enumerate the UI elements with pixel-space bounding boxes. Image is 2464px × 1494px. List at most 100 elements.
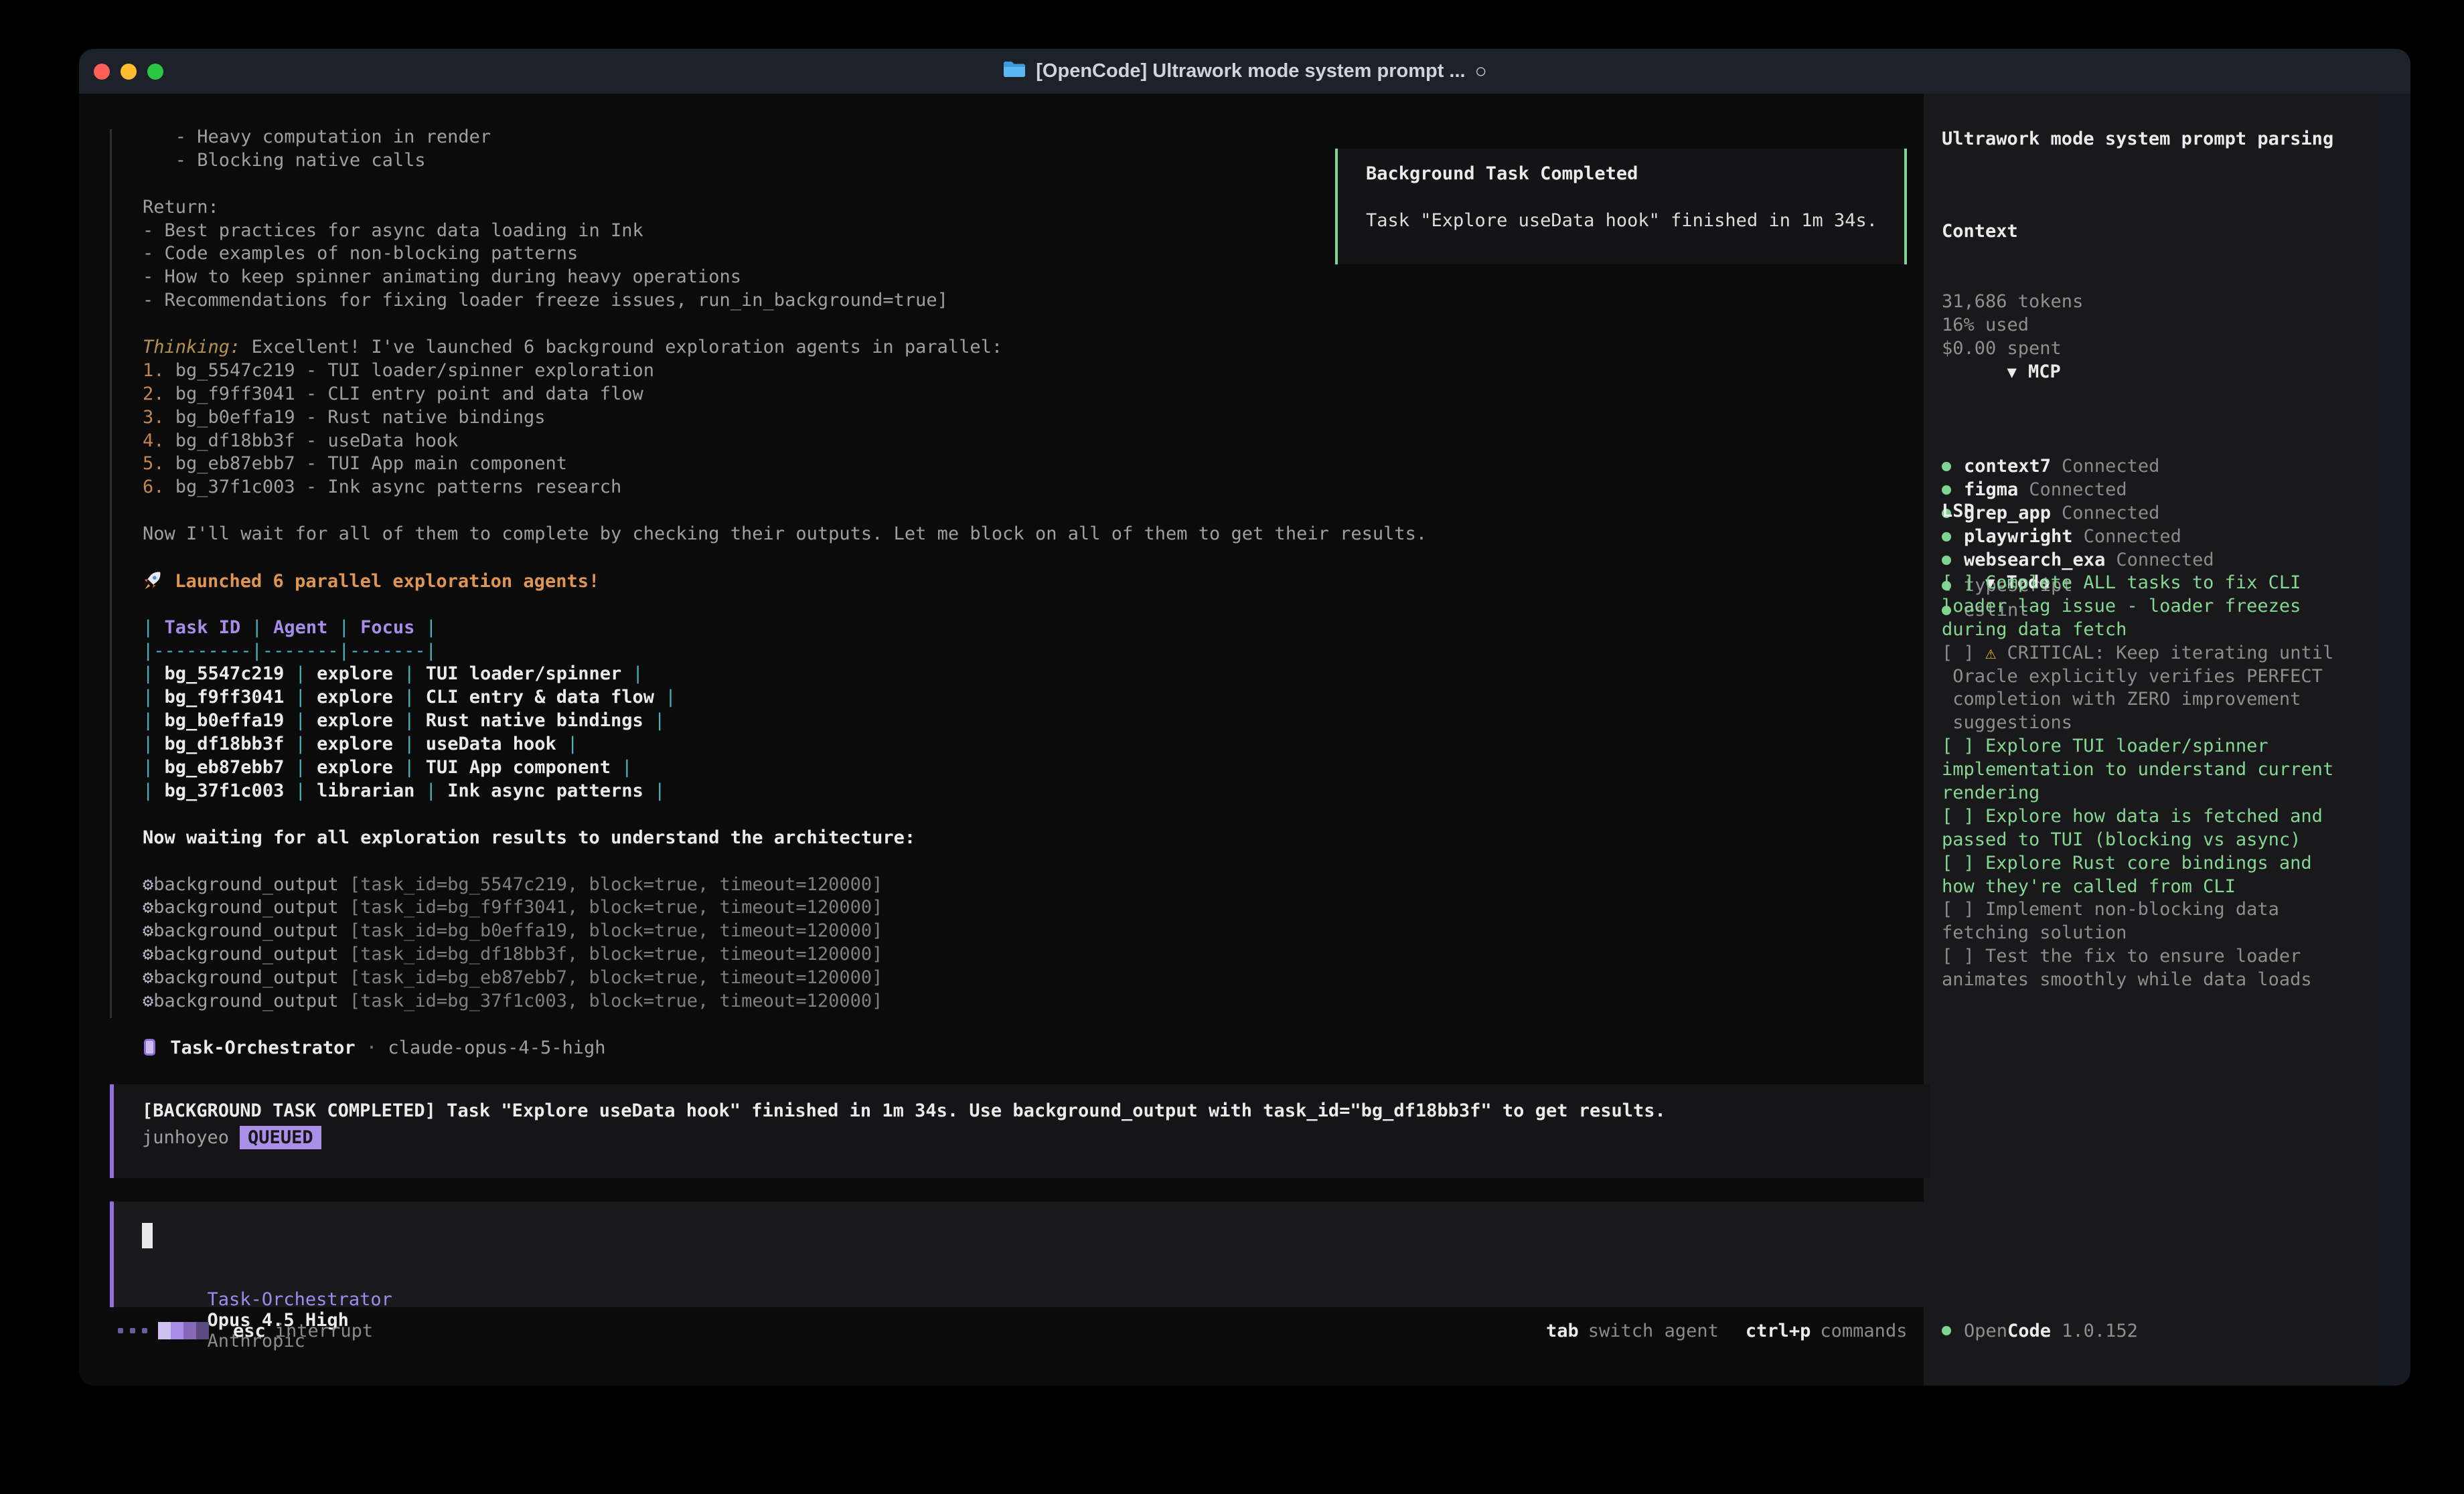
todo-item-line: [ ] Implement non-blocking data <box>1942 898 2333 921</box>
terminal-line <box>143 593 1427 616</box>
terminal-line: 3. bg_b0effa19 - Rust native bindings <box>143 406 1427 430</box>
todo-item-line: fetching solution <box>1942 921 2333 944</box>
notification-body: Task "Explore useData hook" finished in … <box>1366 210 1877 231</box>
terminal-line <box>143 313 1427 336</box>
status-dot-icon <box>1942 1326 1951 1335</box>
tab-key-label: switch agent <box>1588 1321 1719 1341</box>
folder-icon <box>1002 59 1026 84</box>
mcp-header[interactable]: ▼MCP <box>1942 337 2214 408</box>
todo-item-line: [ ] Explore Rust core bindings and <box>1942 851 2333 875</box>
terminal-line: ⚙background_output [task_id=bg_f9ff3041,… <box>143 896 1427 920</box>
todo-item-line: suggestions <box>1942 711 2333 734</box>
prompt-input[interactable]: Task-Orchestrator Opus 4.5 High Anthropi… <box>110 1201 1930 1307</box>
terminal-line <box>143 803 1427 827</box>
title-status-circle-icon: ○ <box>1475 60 1487 83</box>
title-bar: [OpenCode] Ultrawork mode system prompt … <box>79 49 2410 94</box>
background-task-notification: Background Task Completed Task "Explore … <box>1335 149 1907 264</box>
close-button[interactable] <box>94 64 110 80</box>
terminal-line: - Code examples of non-blocking patterns <box>143 242 1427 266</box>
terminal-line: ⚙background_output [task_id=bg_df18bb3f,… <box>143 943 1427 967</box>
message-gutter-line <box>110 129 112 1018</box>
notification-title: Background Task Completed <box>1366 163 1638 184</box>
commands-key-label: commands <box>1820 1321 1907 1341</box>
terminal-line: 2. bg_f9ff3041 - CLI entry point and dat… <box>143 383 1427 406</box>
task-completed-box: [BACKGROUND TASK COMPLETED] Task "Explor… <box>110 1084 1930 1178</box>
todo-item-line: [ ] Explore TUI loader/spinner <box>1942 734 2333 758</box>
spinner-dot-icon <box>142 1328 147 1333</box>
window-title: [OpenCode] Ultrawork mode system prompt … <box>1036 60 1465 82</box>
esc-key-label: interrupt <box>275 1321 373 1341</box>
todo-item-line: passed to TUI (blocking vs async) <box>1942 828 2333 851</box>
commands-key-hint: ctrl+p <box>1746 1321 1811 1341</box>
terminal-line: Return: <box>143 196 1427 220</box>
terminal-line: - Best practices for async data loading … <box>143 220 1427 243</box>
context-header: Context <box>1942 220 2083 243</box>
terminal-line: Now I'll wait for all of them to complet… <box>143 523 1427 546</box>
terminal-line <box>143 850 1427 874</box>
lsp-header: LSP <box>1942 499 2073 523</box>
todo-item-line: animates smoothly while data loads <box>1942 968 2333 991</box>
terminal-window: [OpenCode] Ultrawork mode system prompt … <box>79 49 2410 1386</box>
terminal-line: 4. bg_df18bb3f - useData hook <box>143 430 1427 453</box>
todo-item-line: [ ] Explore how data is fetched and <box>1942 805 2333 828</box>
tab-key-hint: tab <box>1546 1321 1579 1341</box>
window-edge <box>2378 94 2410 1386</box>
minimize-button[interactable] <box>121 64 137 80</box>
todo-item-line: rendering <box>1942 781 2333 805</box>
terminal-line <box>143 546 1427 570</box>
rocket-icon <box>143 570 164 590</box>
spinner-gradient-icon <box>158 1322 209 1339</box>
task-user: junhoyeo <box>142 1127 229 1148</box>
session-title: Ultrawork mode system prompt parsing <box>1942 127 2333 151</box>
todo-item-line: implementation to understand current <box>1942 758 2333 781</box>
todo-list: [ ] Complete ALL tasks to fix CLIloader … <box>1942 571 2333 991</box>
todo-item-line: loader lag issue - loader freezes <box>1942 594 2333 618</box>
status-bar-left: esc interrupt <box>118 1319 373 1342</box>
spinner-dot-icon <box>130 1328 135 1333</box>
terminal-line: ⚙background_output [task_id=bg_37f1c003,… <box>143 990 1427 1013</box>
esc-key-hint: esc <box>233 1321 266 1341</box>
terminal-line: Thinking: Excellent! I've launched 6 bac… <box>143 336 1427 359</box>
todo-item-line: during data fetch <box>1942 618 2333 641</box>
terminal-line: Now waiting for all exploration results … <box>143 827 1427 850</box>
chevron-down-icon: ▼ <box>2007 363 2017 382</box>
terminal-line: Launched 6 parallel exploration agents! <box>143 570 1427 593</box>
traffic-lights <box>94 64 163 80</box>
terminal-line: 5. bg_eb87ebb7 - TUI App main component <box>143 452 1427 476</box>
todo-item-line: [ ] Complete ALL tasks to fix CLI <box>1942 571 2333 594</box>
terminal-line: ⚙background_output [task_id=bg_5547c219,… <box>143 874 1427 897</box>
zoom-button[interactable] <box>147 64 163 80</box>
todo-item-line: how they're called from CLI <box>1942 875 2333 898</box>
terminal-line: | Task ID | Agent | Focus | <box>143 616 1427 640</box>
terminal-line: ⚙background_output [task_id=bg_eb87ebb7,… <box>143 967 1427 990</box>
terminal-line: ⚙background_output [task_id=bg_b0effa19,… <box>143 920 1427 943</box>
status-badge: QUEUED <box>240 1126 321 1149</box>
todo-item-line: Oracle explicitly verifies PERFECT <box>1942 665 2333 688</box>
terminal-line: - Recommendations for fixing loader free… <box>143 289 1427 313</box>
active-agent-label: Task-Orchestrator <box>208 1289 392 1310</box>
terminal-line: | bg_eb87ebb7 | explore | TUI App compon… <box>143 756 1427 780</box>
terminal-line: | bg_5547c219 | explore | TUI loader/spi… <box>143 663 1427 686</box>
terminal-line <box>143 499 1427 523</box>
terminal-line: 1. bg_5547c219 - TUI loader/spinner expl… <box>143 359 1427 383</box>
spinner-dot-icon <box>118 1328 123 1333</box>
todo-item-line: completion with ZERO improvement <box>1942 687 2333 711</box>
terminal-line: | bg_f9ff3041 | explore | CLI entry & da… <box>143 686 1427 710</box>
terminal-line <box>143 173 1427 196</box>
status-bar-right: tab switch agent ctrl+p commands <box>1546 1319 1907 1342</box>
terminal-line: - Heavy computation in render <box>143 126 1427 149</box>
terminal-line <box>143 1013 1427 1037</box>
text-cursor <box>142 1223 153 1248</box>
terminal-line: |---------|-------|-------| <box>143 640 1427 663</box>
task-completed-message: [BACKGROUND TASK COMPLETED] Task "Explor… <box>142 1100 1666 1121</box>
terminal-line: | bg_37f1c003 | librarian | Ink async pa… <box>143 780 1427 803</box>
terminal-line: | bg_b0effa19 | explore | Rust native bi… <box>143 710 1427 733</box>
terminal-output: - Heavy computation in render - Blocking… <box>143 126 1427 1060</box>
app-version: OpenCode 1.0.152 <box>1942 1319 2138 1342</box>
terminal-line: 6. bg_37f1c003 - Ink async patterns rese… <box>143 476 1427 499</box>
todo-item-line: [ ] Test the fix to ensure loader <box>1942 944 2333 968</box>
todo-item-line: [ ] ⚠ CRITICAL: Keep iterating until <box>1942 641 2333 665</box>
agent-icon <box>144 1039 155 1056</box>
terminal-line: | bg_df18bb3f | explore | useData hook | <box>143 733 1427 756</box>
terminal-line: Task-Orchestrator · claude-opus-4-5-high <box>143 1037 1427 1060</box>
